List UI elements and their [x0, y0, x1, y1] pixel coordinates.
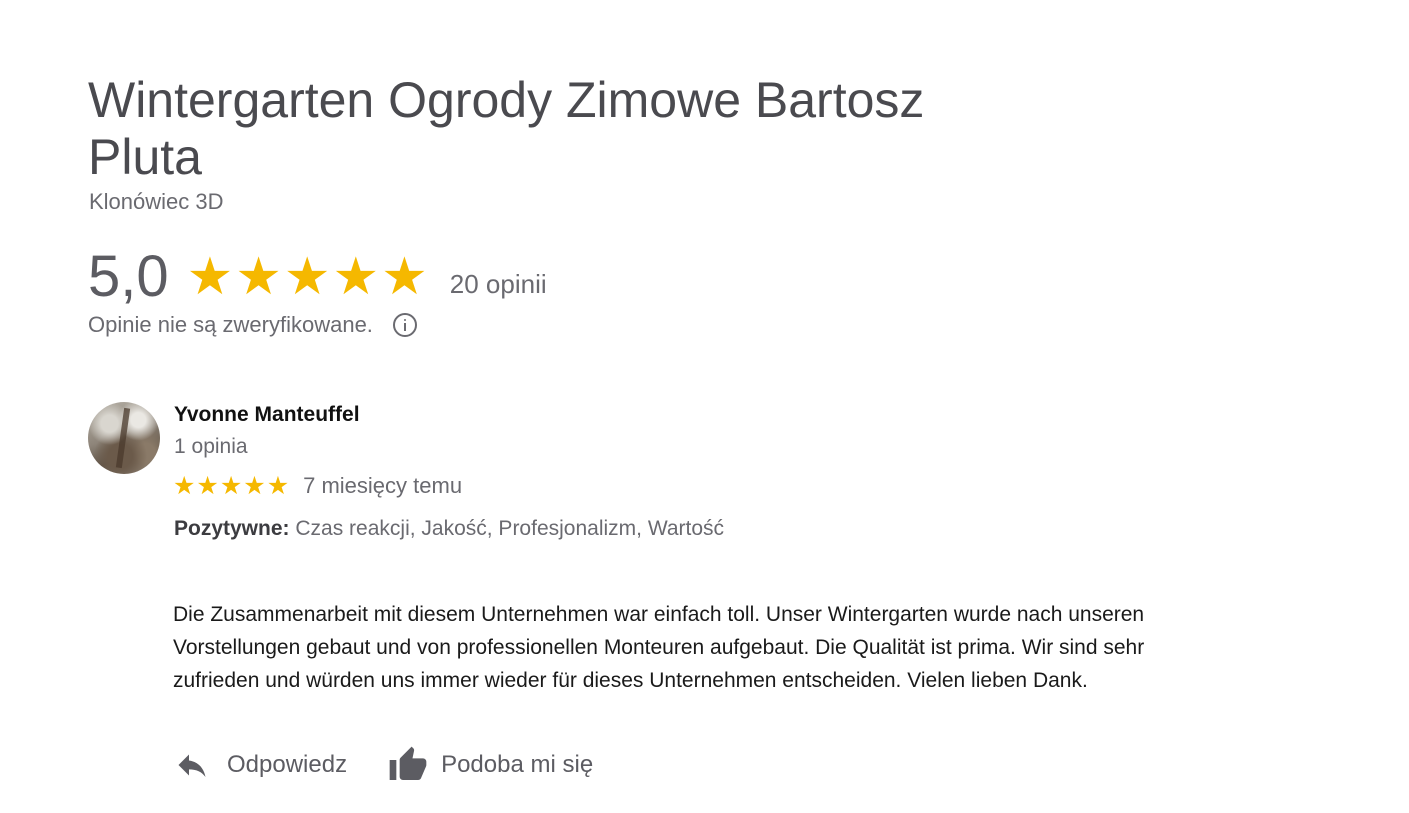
review-rating: ★ ★ ★ ★ ★ 7 miesięcy temu [173, 472, 462, 500]
positives-value: Czas reakcji, Jakość, Profesjonalizm, Wa… [295, 517, 725, 540]
star-icon: ★ [266, 472, 290, 500]
unverified-note-text: Opinie nie są zweryfikowane. [88, 312, 373, 337]
avatar[interactable] [88, 402, 160, 474]
like-button[interactable]: Podoba mi się [347, 745, 593, 785]
like-label: Podoba mi się [441, 751, 594, 778]
average-stars: ★ ★ ★ ★ ★ [187, 251, 428, 303]
review-positives: Pozytywne: Czas reakcji, Jakość, Profesj… [174, 517, 724, 541]
review-text: Die Zusammenarbeit mit diesem Unternehme… [173, 603, 1145, 692]
review-time: 7 miesięcy temu [303, 473, 463, 498]
star-icon: ★ [235, 248, 282, 306]
star-icon: ★ [196, 472, 219, 500]
star-icon: ★ [283, 248, 331, 306]
review-page: Wintergarten Ogrody Zimowe Bartosz Pluta… [0, 0, 1409, 813]
review-author[interactable]: Yvonne Manteuffel [174, 403, 360, 427]
star-icon: ★ [173, 472, 196, 500]
reply-label: Odpowiedz [227, 751, 348, 778]
business-name: Wintergarten Ogrody Zimowe Bartosz Pluta [88, 72, 925, 185]
business-location: Klonówiec 3D [89, 189, 224, 214]
positives-label: Pozytywne: [174, 517, 290, 540]
author-review-count: 1 opinia [174, 435, 248, 458]
reply-button[interactable]: Odpowiedz [174, 747, 347, 783]
star-icon: ★ [243, 472, 266, 500]
review-stars: ★ ★ ★ ★ ★ [173, 472, 289, 500]
review-actions: Odpowiedz Podoba mi się [174, 745, 593, 785]
rating-summary: 5,0 ★ ★ ★ ★ ★ 20 opinii [88, 244, 547, 310]
star-icon: ★ [219, 472, 243, 500]
star-icon: ★ [186, 248, 234, 306]
thumbs-up-icon [389, 746, 427, 780]
star-icon: ★ [332, 248, 380, 306]
info-icon[interactable] [392, 313, 417, 337]
unverified-note: Opinie nie są zweryfikowane. [88, 312, 417, 338]
star-icon: ★ [381, 248, 428, 306]
reply-icon [178, 754, 206, 777]
review-count[interactable]: 20 opinii [450, 269, 547, 300]
average-rating: 5,0 [88, 244, 169, 309]
